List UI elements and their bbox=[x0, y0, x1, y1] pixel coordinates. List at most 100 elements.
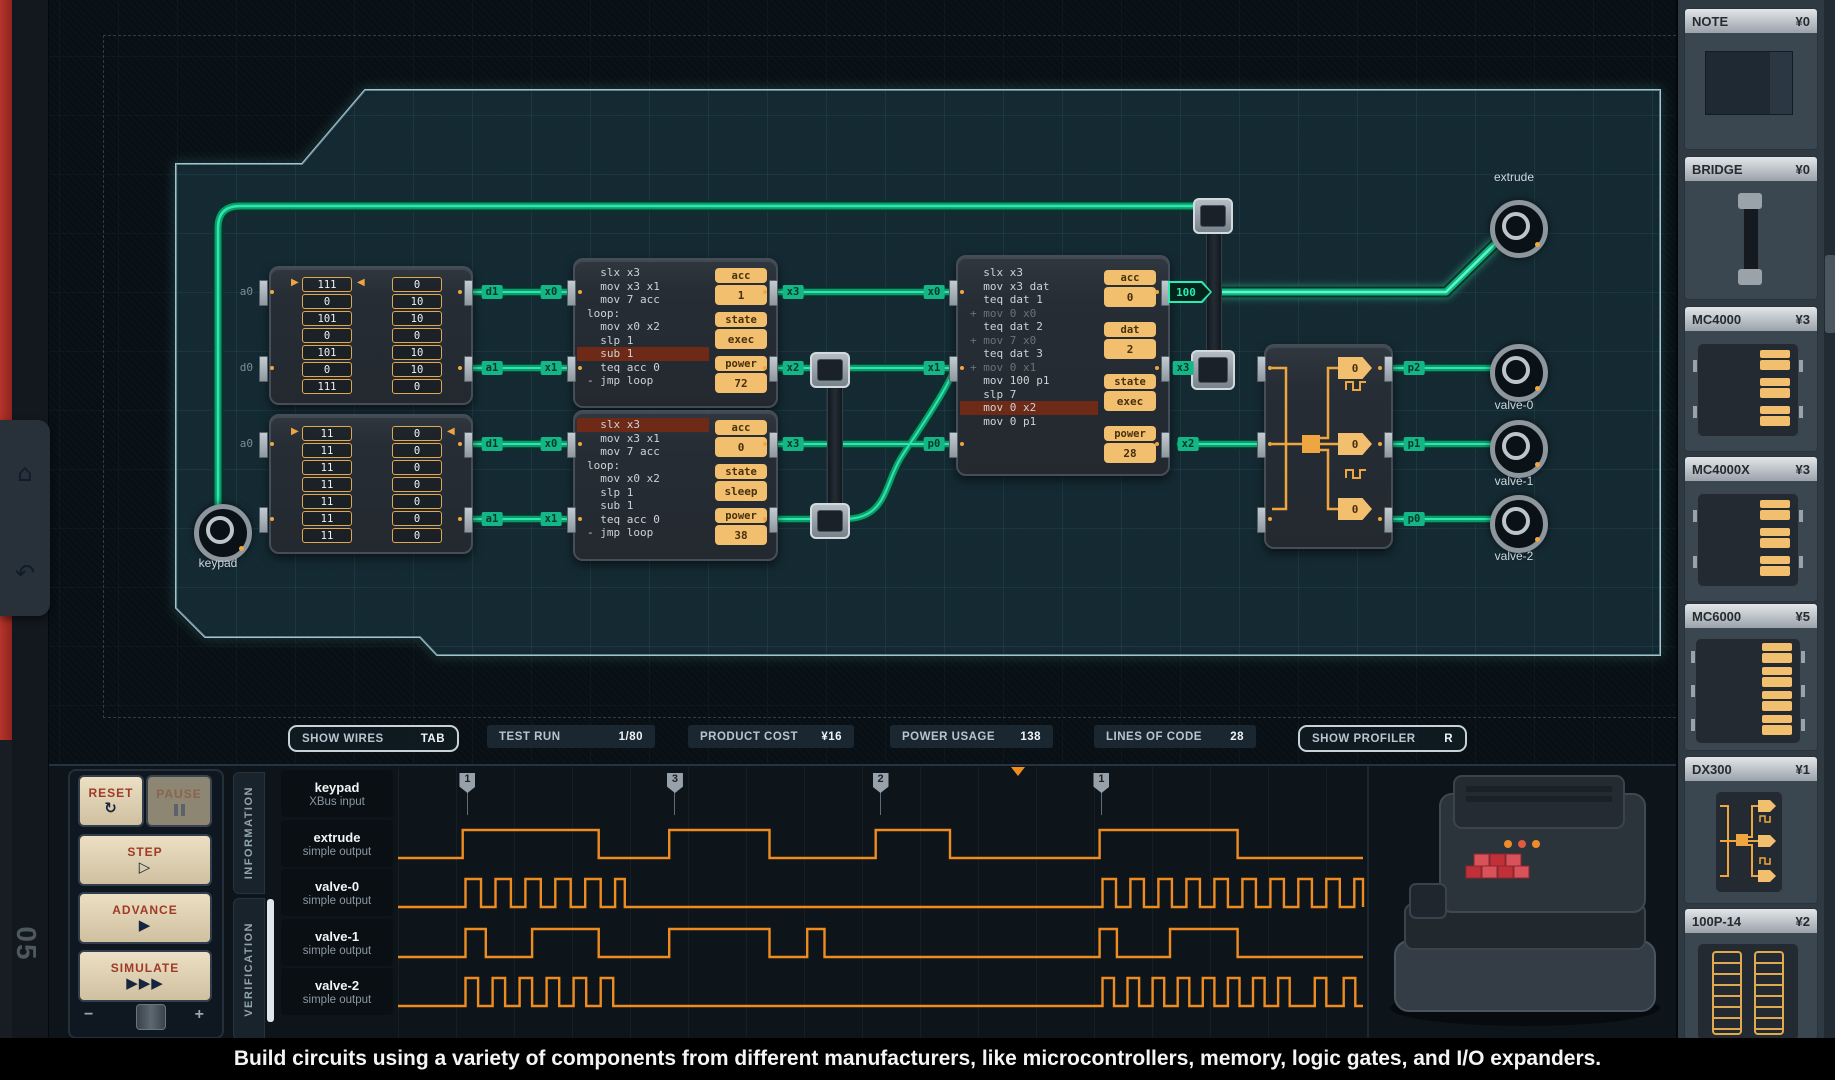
code-line[interactable]: - jmp loop bbox=[577, 374, 709, 388]
port-stub[interactable] bbox=[259, 280, 268, 306]
code-line[interactable]: slp 7 bbox=[960, 388, 1098, 402]
speed-plus[interactable]: + bbox=[195, 1006, 204, 1024]
code-line[interactable]: slx x3 bbox=[960, 266, 1098, 280]
bridge-vertical-mid[interactable] bbox=[827, 368, 843, 520]
simulate-button[interactable]: SIMULATE▶▶▶ bbox=[78, 950, 212, 1002]
code-editor[interactable]: slx x3 mov x3 x1 mov 7 accloop: mov x0 x… bbox=[577, 418, 709, 540]
port-stub[interactable] bbox=[259, 507, 268, 533]
code-line[interactable]: teq dat 3 bbox=[960, 347, 1098, 361]
port-stub[interactable] bbox=[1257, 356, 1266, 382]
dx300-chip[interactable]: 0 0 0 bbox=[1264, 344, 1393, 549]
code-line[interactable]: mov 7 acc bbox=[577, 293, 709, 307]
code-line[interactable]: mov 7 acc bbox=[577, 445, 709, 459]
show-wires-button[interactable]: SHOW WIRESTAB bbox=[288, 725, 459, 752]
code-line[interactable]: slx x3 bbox=[577, 418, 709, 432]
code-line[interactable]: sub 1 bbox=[577, 499, 709, 513]
wire-label: x1 bbox=[924, 361, 945, 375]
code-line[interactable]: + mov 7 x0 bbox=[960, 334, 1098, 348]
port-stub[interactable] bbox=[949, 432, 958, 458]
code-line[interactable]: mov 100 p1 bbox=[960, 374, 1098, 388]
code-line[interactable]: mov x3 x1 bbox=[577, 280, 709, 294]
part-card-100p14[interactable]: 100P-14¥2 bbox=[1684, 908, 1818, 1040]
code-line[interactable]: teq dat 2 bbox=[960, 320, 1098, 334]
pause-button[interactable]: PAUSE bbox=[146, 775, 212, 827]
memory-chip-1[interactable]: ▶ ◀ 111010101010111 01010010100 bbox=[269, 266, 473, 405]
speed-slider[interactable]: − + bbox=[80, 1004, 208, 1030]
bridge-cap[interactable] bbox=[810, 503, 850, 539]
mc4000-chip-1[interactable]: slx x3 mov x3 x1 mov 7 accloop: mov x0 x… bbox=[573, 258, 778, 408]
code-line[interactable]: slp 1 bbox=[577, 486, 709, 500]
port-stub[interactable] bbox=[567, 280, 576, 306]
part-card-note[interactable]: NOTE¥0 bbox=[1684, 8, 1818, 150]
port-stub[interactable] bbox=[1384, 356, 1393, 382]
code-line[interactable]: mov 0 x2 bbox=[960, 401, 1098, 415]
port-stub[interactable] bbox=[1384, 432, 1393, 458]
port-stub[interactable] bbox=[769, 356, 778, 382]
port-stub[interactable] bbox=[567, 432, 576, 458]
port-stub[interactable] bbox=[464, 507, 473, 533]
sidebar-scrollbar-thumb[interactable] bbox=[1825, 255, 1835, 333]
code-line[interactable]: mov x0 x2 bbox=[577, 320, 709, 334]
step-button[interactable]: STEP▷ bbox=[78, 834, 212, 886]
code-line[interactable]: slx x3 bbox=[577, 266, 709, 280]
port-stub[interactable] bbox=[949, 356, 958, 382]
code-line[interactable]: slp 1 bbox=[577, 334, 709, 348]
tab-information[interactable]: INFORMATION bbox=[233, 772, 265, 894]
waveform-timeline[interactable]: 1321 bbox=[398, 767, 1365, 1039]
port-stub[interactable] bbox=[1161, 356, 1170, 382]
advance-button[interactable]: ADVANCE▶ bbox=[78, 892, 212, 944]
code-line[interactable]: loop: bbox=[577, 307, 709, 321]
port-stub[interactable] bbox=[259, 356, 268, 382]
speed-slider-thumb[interactable] bbox=[136, 1004, 166, 1030]
code-line[interactable]: teq acc 0 bbox=[577, 361, 709, 375]
code-editor[interactable]: slx x3 mov x3 x1 mov 7 accloop: mov x0 x… bbox=[577, 266, 709, 388]
code-line[interactable]: mov x0 x2 bbox=[577, 472, 709, 486]
port-stub[interactable] bbox=[1384, 507, 1393, 533]
port-stub[interactable] bbox=[1161, 432, 1170, 458]
port-stub[interactable] bbox=[1257, 432, 1266, 458]
code-line[interactable]: teq acc 0 bbox=[577, 513, 709, 527]
port-stub[interactable] bbox=[949, 280, 958, 306]
port-stub[interactable] bbox=[567, 356, 576, 382]
code-line[interactable]: teq dat 1 bbox=[960, 293, 1098, 307]
circuit-canvas[interactable]: keypad extrude valve-0 valve-1 valve-2 ▶… bbox=[0, 0, 1835, 765]
code-line[interactable]: mov 0 p1 bbox=[960, 415, 1098, 429]
part-card-dx300[interactable]: DX300¥1 bbox=[1684, 756, 1818, 904]
bridge-cap[interactable] bbox=[1193, 198, 1233, 234]
part-card-mc6000[interactable]: MC6000¥5 bbox=[1684, 603, 1818, 751]
port-stub[interactable] bbox=[769, 507, 778, 533]
code-line[interactable]: mov x3 dat bbox=[960, 280, 1098, 294]
mc6000-chip[interactable]: slx x3 mov x3 dat teq dat 1+ mov 0 x0 te… bbox=[956, 255, 1170, 476]
port-stub[interactable] bbox=[769, 432, 778, 458]
home-button[interactable]: ⌂ bbox=[8, 456, 42, 490]
code-editor[interactable]: slx x3 mov x3 dat teq dat 1+ mov 0 x0 te… bbox=[960, 266, 1098, 428]
memory-chip-2[interactable]: ▶ ◀ 11111111111111 0000000 bbox=[269, 414, 473, 554]
verification-scrollbar[interactable] bbox=[267, 899, 274, 1022]
bridge-cap[interactable] bbox=[1191, 350, 1235, 390]
sidebar-scrollbar[interactable] bbox=[1824, 0, 1835, 1038]
port-stub[interactable] bbox=[1257, 507, 1266, 533]
speed-minus[interactable]: − bbox=[84, 1006, 93, 1024]
code-line[interactable]: + mov 0 x0 bbox=[960, 307, 1098, 321]
port-stub[interactable] bbox=[464, 432, 473, 458]
bridge-cap[interactable] bbox=[810, 352, 850, 388]
time-cursor-icon[interactable] bbox=[1011, 767, 1025, 776]
reset-button[interactable]: RESET↻ bbox=[78, 775, 144, 827]
part-card-mc4000[interactable]: MC4000¥3 bbox=[1684, 306, 1818, 452]
port-stub[interactable] bbox=[464, 280, 473, 306]
code-line[interactable]: mov x3 x1 bbox=[577, 432, 709, 446]
code-line[interactable]: loop: bbox=[577, 459, 709, 473]
part-card-bridge[interactable]: BRIDGE¥0 bbox=[1684, 156, 1818, 300]
tab-verification[interactable]: VERIFICATION bbox=[233, 898, 265, 1040]
code-line[interactable]: + mov 0 x1 bbox=[960, 361, 1098, 375]
code-line[interactable]: sub 1 bbox=[577, 347, 709, 361]
port-stub[interactable] bbox=[464, 356, 473, 382]
port-stub[interactable] bbox=[259, 432, 268, 458]
port-stub[interactable] bbox=[567, 507, 576, 533]
part-card-mc4000x[interactable]: MC4000X¥3 bbox=[1684, 456, 1818, 602]
port-stub[interactable] bbox=[769, 280, 778, 306]
code-line[interactable]: - jmp loop bbox=[577, 526, 709, 540]
undo-button[interactable]: ↶ bbox=[8, 556, 42, 590]
show-profiler-button[interactable]: SHOW PROFILERR bbox=[1298, 725, 1467, 752]
mc4000-chip-2[interactable]: slx x3 mov x3 x1 mov 7 accloop: mov x0 x… bbox=[573, 410, 778, 561]
